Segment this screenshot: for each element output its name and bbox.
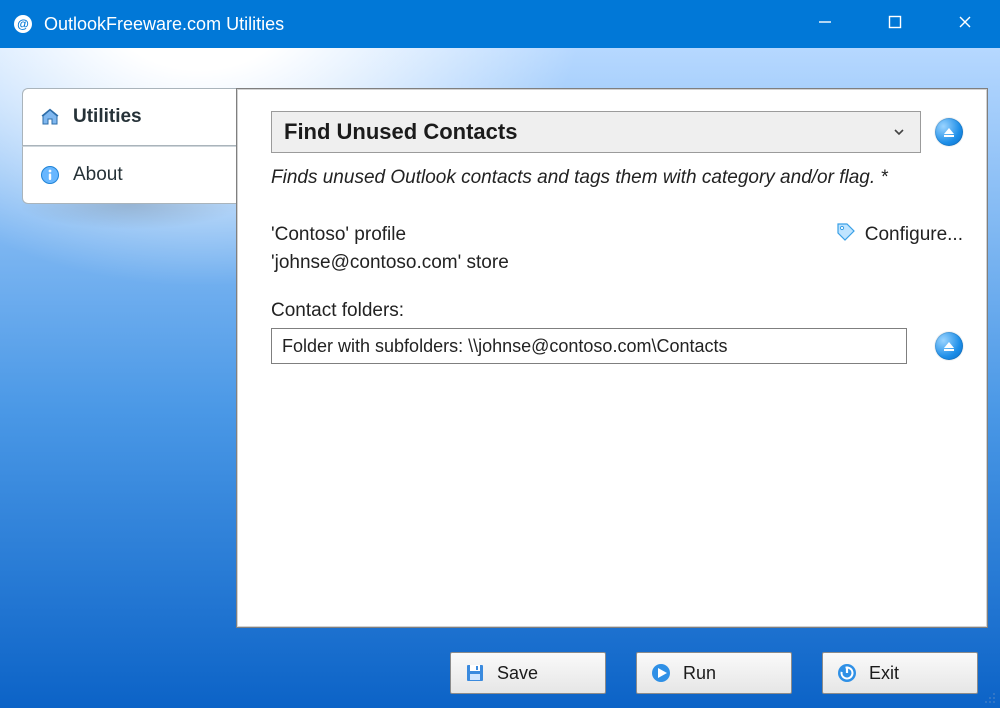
app-icon: @ [14,15,32,33]
exit-button-label: Exit [869,663,899,684]
section-title: Find Unused Contacts [284,119,890,145]
window-controls [790,0,1000,44]
section-header[interactable]: Find Unused Contacts [271,111,921,153]
chevron-down-icon [890,123,908,141]
folders-picker-button[interactable] [935,332,963,360]
configure-link[interactable]: Configure... [835,221,963,249]
resize-grip[interactable] [980,688,996,704]
save-icon [463,661,487,685]
profile-info: 'Contoso' profile 'johnse@contoso.com' s… [271,221,835,276]
button-bar: Save Run Exit [236,652,988,694]
home-icon [39,106,61,128]
save-button[interactable]: Save [450,652,606,694]
contact-folders-input[interactable] [271,328,907,364]
configure-label: Configure... [865,224,963,246]
profile-line-2: 'johnse@contoso.com' store [271,249,835,277]
play-icon [649,661,673,685]
save-button-label: Save [497,663,538,684]
collapse-button[interactable] [935,118,963,146]
tab-about[interactable]: About [22,146,237,204]
info-icon [39,164,61,186]
title-bar: @ OutlookFreeware.com Utilities [0,0,1000,48]
run-button-label: Run [683,663,716,684]
section-description: Finds unused Outlook contacts and tags t… [271,167,963,189]
close-button[interactable] [930,0,1000,44]
contact-folders-label: Contact folders: [271,300,963,322]
profile-line-1: 'Contoso' profile [271,221,835,249]
maximize-button[interactable] [860,0,930,44]
minimize-button[interactable] [790,0,860,44]
tab-utilities[interactable]: Utilities [22,88,237,146]
tab-utilities-label: Utilities [73,106,142,128]
power-icon [835,661,859,685]
tab-about-label: About [73,164,123,186]
tag-icon [835,221,857,249]
run-button[interactable]: Run [636,652,792,694]
window-title: OutlookFreeware.com Utilities [44,14,284,35]
side-tabs: Utilities About [22,88,237,204]
exit-button[interactable]: Exit [822,652,978,694]
main-panel: Find Unused Contacts Finds unused Outloo… [236,88,988,628]
